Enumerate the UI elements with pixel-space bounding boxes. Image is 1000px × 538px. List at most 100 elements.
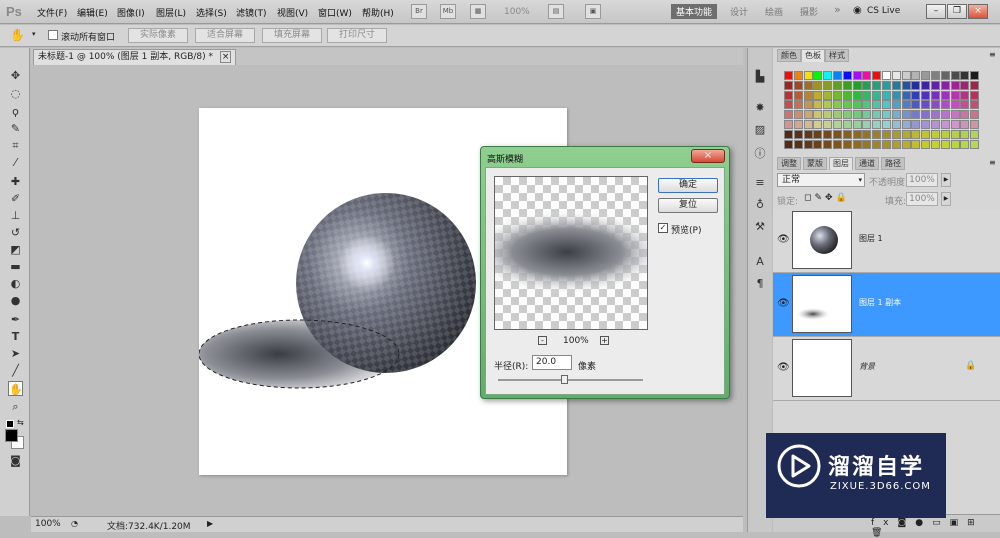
lock-icons[interactable]: ◻✎✥🔒 xyxy=(804,193,850,203)
swatch[interactable] xyxy=(940,80,950,90)
swatch[interactable] xyxy=(833,139,842,149)
swatch[interactable] xyxy=(784,110,793,120)
swatch[interactable] xyxy=(833,110,842,120)
swatch[interactable] xyxy=(842,90,852,100)
swatch[interactable] xyxy=(862,80,872,90)
swatch[interactable] xyxy=(891,139,901,149)
fill-input[interactable]: 100% xyxy=(906,192,938,206)
swatch[interactable] xyxy=(784,71,793,80)
swatch[interactable] xyxy=(784,129,793,139)
scroll-all-checkbox[interactable] xyxy=(48,30,58,40)
swatch[interactable] xyxy=(842,129,852,139)
swatch[interactable] xyxy=(803,90,813,100)
zoom-in-button[interactable]: + xyxy=(600,336,609,345)
document-tab[interactable]: 未标题-1 @ 100% (图层 1 副本, RGB/8) * × xyxy=(33,49,237,65)
menu-edit[interactable]: 编辑(E) xyxy=(77,6,108,19)
swatch[interactable] xyxy=(921,129,931,139)
swatch[interactable] xyxy=(803,100,813,110)
swatch[interactable] xyxy=(852,139,862,149)
swatch[interactable] xyxy=(803,110,813,120)
layer-name[interactable]: 图层 1 副本 xyxy=(859,297,901,308)
radius-slider-thumb[interactable] xyxy=(561,375,568,384)
swatch[interactable] xyxy=(882,100,891,110)
history-brush-tool-icon[interactable]: ↺ xyxy=(8,225,23,240)
swatch[interactable] xyxy=(882,139,891,149)
swatch[interactable] xyxy=(931,110,940,120)
layer-row-layer1[interactable]: 👁 图层 1 xyxy=(773,209,1000,273)
swatch[interactable] xyxy=(970,139,980,149)
ok-button[interactable]: 确定 xyxy=(658,178,718,193)
swatch[interactable] xyxy=(813,110,823,120)
workspace-essentials[interactable]: 基本功能 xyxy=(671,4,718,19)
print-size-button[interactable]: 打印尺寸 xyxy=(327,28,387,43)
swatch[interactable] xyxy=(833,129,842,139)
swatch[interactable] xyxy=(940,110,950,120)
swatch[interactable] xyxy=(911,71,921,80)
tab-color[interactable]: 颜色 xyxy=(777,49,801,62)
menu-filter[interactable]: 滤镜(T) xyxy=(236,6,267,19)
swatch[interactable] xyxy=(852,71,862,80)
tab-swatches[interactable]: 色板 xyxy=(801,49,825,62)
swatch[interactable] xyxy=(960,80,970,90)
menu-layer[interactable]: 图层(L) xyxy=(156,6,186,19)
swatch[interactable] xyxy=(852,80,862,90)
swatch[interactable] xyxy=(872,129,882,139)
navigator-icon[interactable]: ✸ xyxy=(753,101,767,115)
swatch[interactable] xyxy=(852,120,862,129)
tab-paths[interactable]: 路径 xyxy=(881,157,905,170)
swatch[interactable] xyxy=(872,139,882,149)
blur-preview[interactable] xyxy=(494,176,648,330)
swatch[interactable] xyxy=(823,90,833,100)
swatch[interactable] xyxy=(852,129,862,139)
swatch[interactable] xyxy=(852,90,862,100)
swatch[interactable] xyxy=(950,110,960,120)
swatch[interactable] xyxy=(823,80,833,90)
menu-view[interactable]: 视图(V) xyxy=(277,6,308,19)
fit-screen-button[interactable]: 适合屏幕 xyxy=(195,28,255,43)
swatch[interactable] xyxy=(872,80,882,90)
swatch[interactable] xyxy=(891,100,901,110)
stamp-tool-icon[interactable]: ⊥ xyxy=(8,208,23,223)
swatch[interactable] xyxy=(813,129,823,139)
swatch[interactable] xyxy=(901,129,911,139)
swatch[interactable] xyxy=(842,80,852,90)
swatch[interactable] xyxy=(940,90,950,100)
move-tool-icon[interactable]: ✥ xyxy=(8,68,23,83)
gradient-tool-icon[interactable]: ▬ xyxy=(8,259,23,274)
swatch[interactable] xyxy=(940,71,950,80)
swatch[interactable] xyxy=(940,129,950,139)
swatch[interactable] xyxy=(891,120,901,129)
default-colors-icon[interactable] xyxy=(6,420,14,428)
swatch[interactable] xyxy=(823,129,833,139)
arrange-icon[interactable]: ▤ xyxy=(548,4,564,19)
workspace-painting[interactable]: 绘画 xyxy=(765,5,783,18)
cslive-label[interactable]: CS Live xyxy=(867,6,900,16)
path-select-tool-icon[interactable]: ➤ xyxy=(8,346,23,361)
eyedropper-tool-icon[interactable]: ⁄ xyxy=(8,155,23,170)
dodge-tool-icon[interactable]: ● xyxy=(8,293,23,308)
swatch[interactable] xyxy=(931,129,940,139)
type-tool-icon[interactable]: T xyxy=(8,329,23,344)
swatch[interactable] xyxy=(921,80,931,90)
tab-styles[interactable]: 样式 xyxy=(825,49,849,62)
character-icon[interactable]: A xyxy=(753,255,767,269)
brush-presets-icon[interactable]: ≡ xyxy=(753,176,767,190)
swatch[interactable] xyxy=(803,139,813,149)
swatch[interactable] xyxy=(931,80,940,90)
pen-tool-icon[interactable]: ✒ xyxy=(8,312,23,327)
swatch[interactable] xyxy=(901,110,911,120)
swatch[interactable] xyxy=(862,129,872,139)
fill-slider-icon[interactable]: ▶ xyxy=(941,192,951,206)
swatch[interactable] xyxy=(872,90,882,100)
swatch[interactable] xyxy=(842,100,852,110)
swatch[interactable] xyxy=(911,80,921,90)
blend-mode-select[interactable]: 正常 ▾ xyxy=(777,173,865,187)
swatch[interactable] xyxy=(891,110,901,120)
eraser-tool-icon[interactable]: ◩ xyxy=(8,242,23,257)
zoom-out-button[interactable]: - xyxy=(538,336,547,345)
paragraph-icon[interactable]: ¶ xyxy=(753,277,767,291)
swatch[interactable] xyxy=(793,129,803,139)
marquee-tool-icon[interactable]: ◌ xyxy=(8,86,23,101)
swatch[interactable] xyxy=(960,110,970,120)
swatch[interactable] xyxy=(852,100,862,110)
